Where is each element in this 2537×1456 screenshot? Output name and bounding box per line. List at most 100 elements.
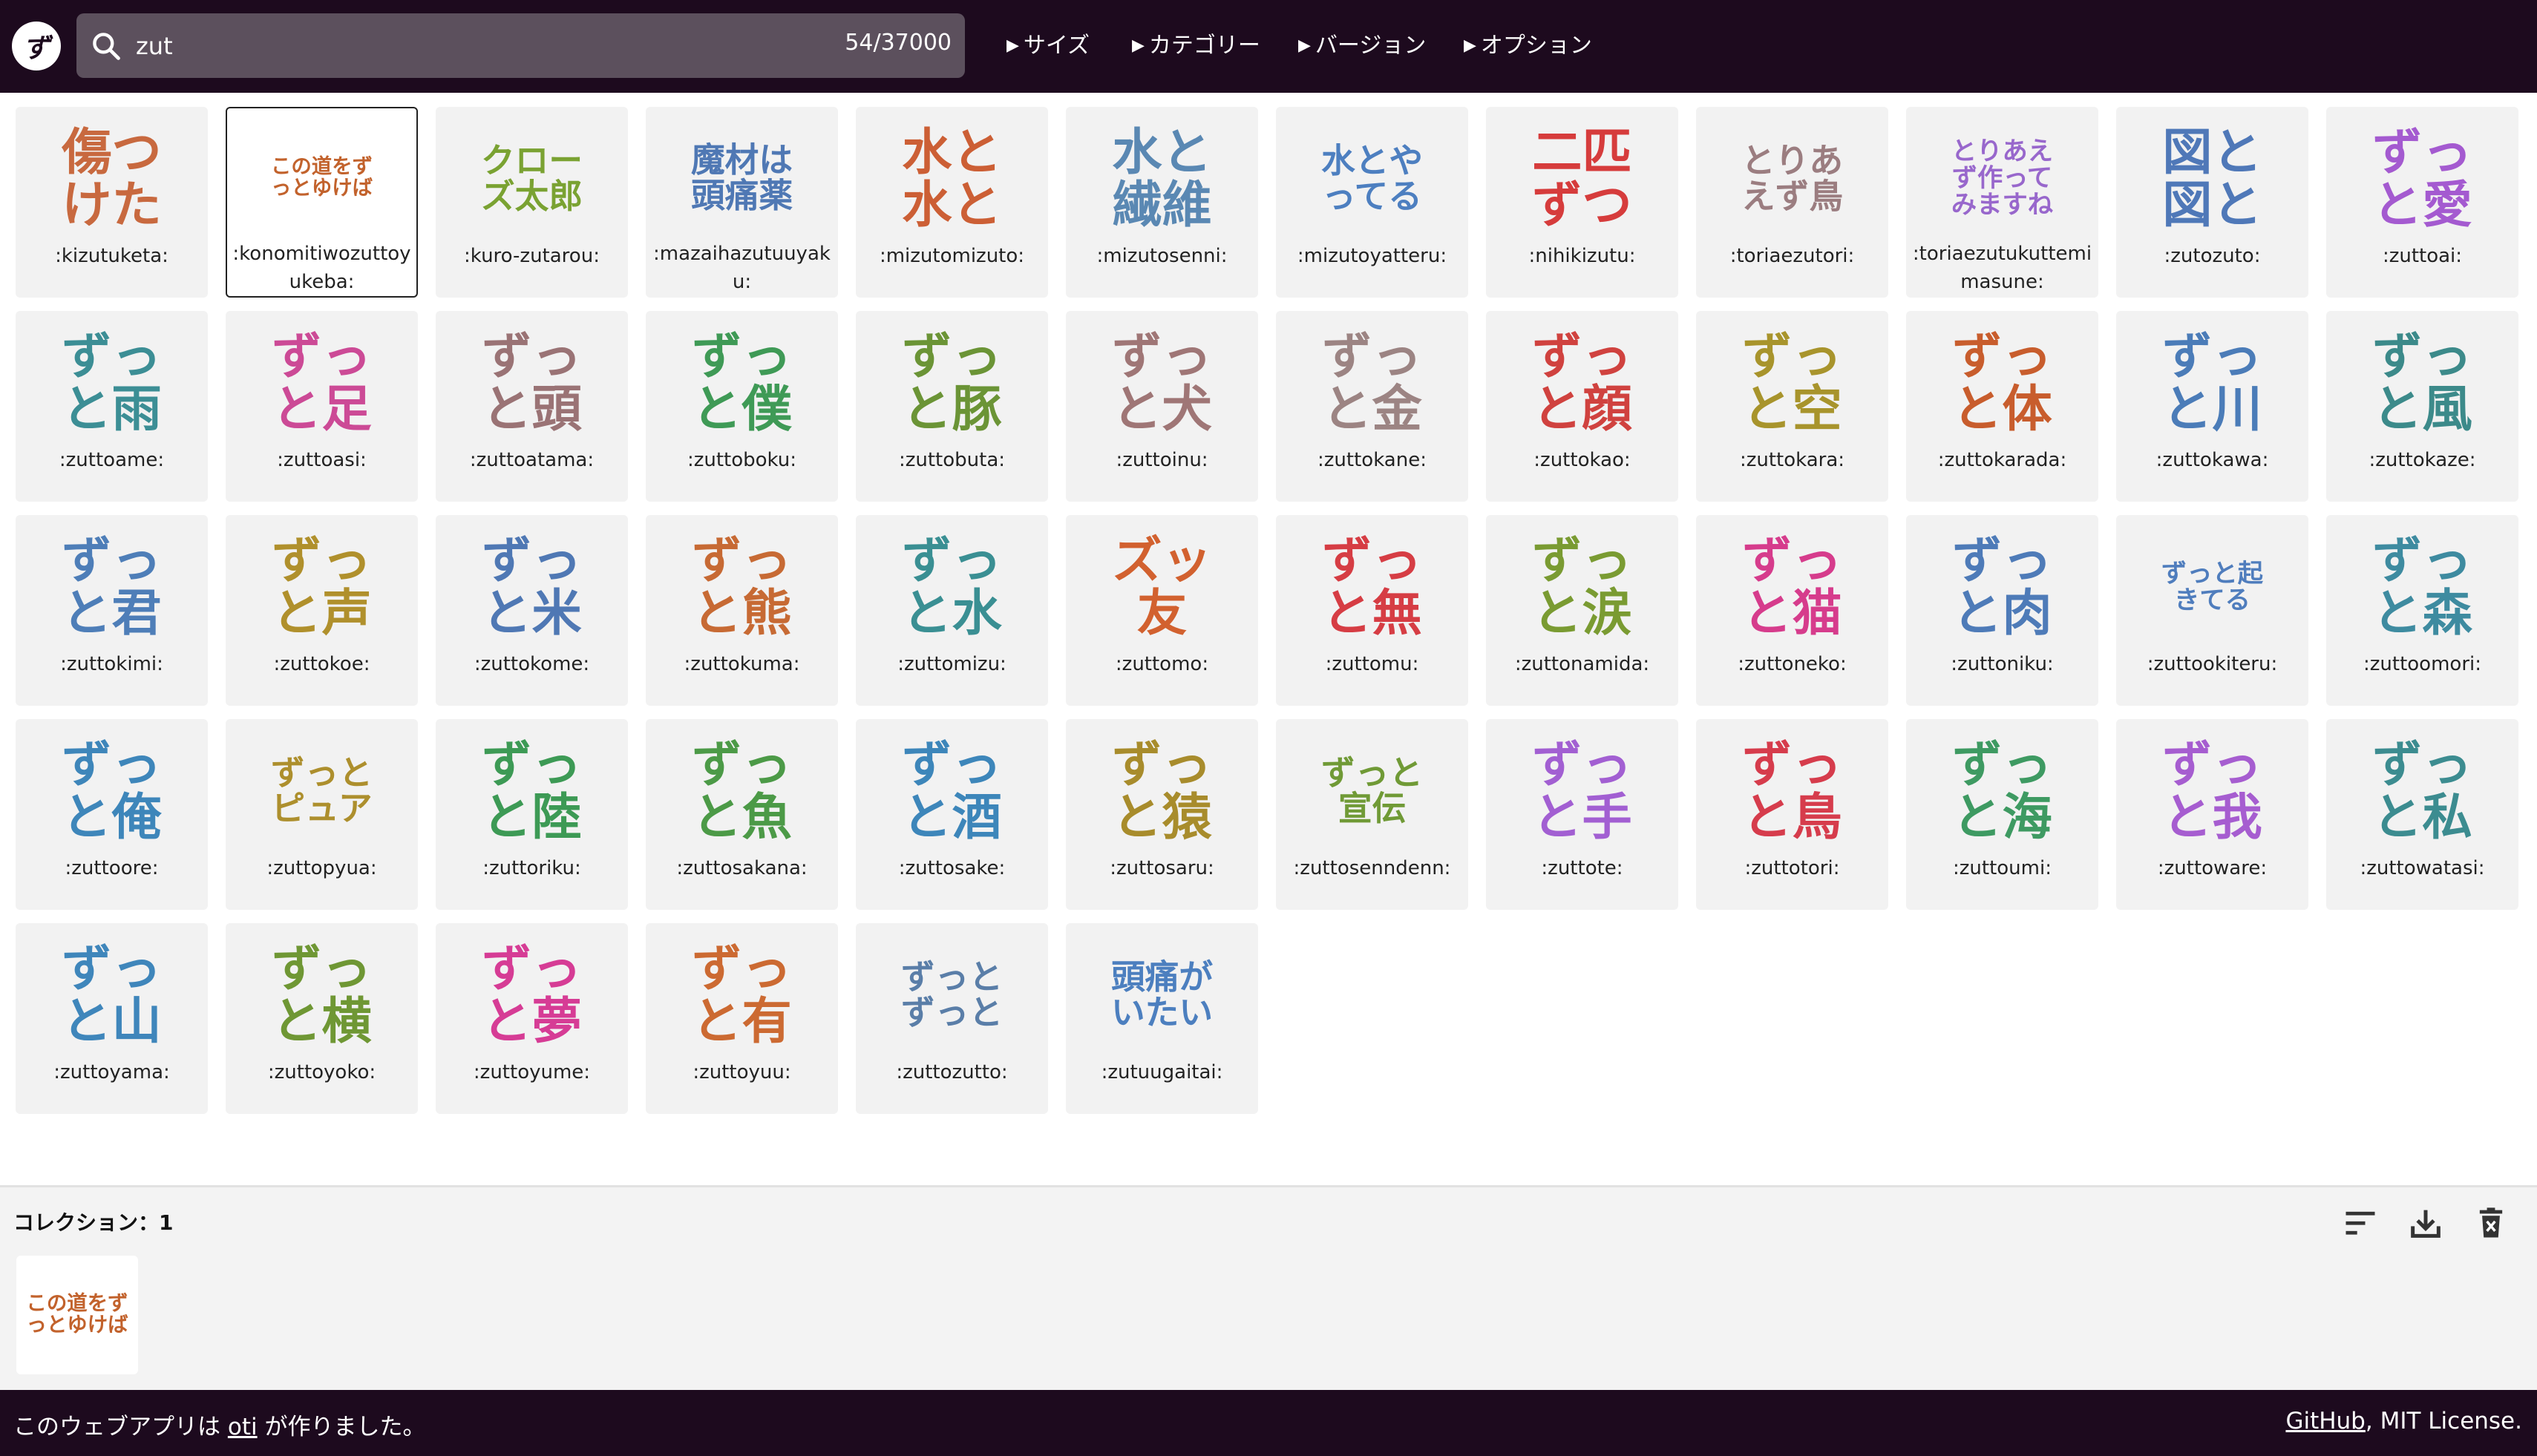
menu-size[interactable]: ▶ サイズ bbox=[1006, 27, 1090, 59]
emoji-tile[interactable]: ずっ と米:zuttokome: bbox=[436, 515, 628, 706]
collection-title: コレクション：1 bbox=[13, 1210, 174, 1235]
emoji-image: ずっ と足 bbox=[266, 327, 378, 439]
emoji-tile[interactable]: 二匹 ずつ:nihikizutu: bbox=[1486, 107, 1678, 298]
menu-category-label: カテゴリー bbox=[1148, 33, 1260, 59]
emoji-tile[interactable]: ずっ と俺:zuttoore: bbox=[16, 719, 208, 910]
footer-text-end: が作りました。 bbox=[257, 1414, 426, 1440]
menu-options[interactable]: ▶ オプション bbox=[1464, 27, 1592, 59]
emoji-tile[interactable]: 水と 繊維:mizutosenni: bbox=[1066, 107, 1258, 298]
emoji-tile[interactable]: ずっ と頭:zuttoatama: bbox=[436, 311, 628, 502]
search-box[interactable]: 54/37000 bbox=[76, 13, 965, 78]
emoji-tile[interactable]: とりあ えず鳥:toriaezutori: bbox=[1696, 107, 1888, 298]
emoji-tile[interactable]: 傷つ けた:kizutuketa: bbox=[16, 107, 208, 298]
emoji-tile[interactable]: ずっと ずっと:zuttozutto: bbox=[856, 923, 1048, 1114]
emoji-tile[interactable]: 頭痛が いたい:zutuugaitai: bbox=[1066, 923, 1258, 1114]
menu-size-label: サイズ bbox=[1023, 33, 1090, 59]
emoji-image: ずっ と酒 bbox=[897, 735, 1008, 847]
emoji-tile[interactable]: とりあえ ず作って みますね:toriaezutukuttemimasune: bbox=[1906, 107, 2098, 298]
emoji-text-line: えず鳥 bbox=[1741, 177, 1844, 216]
emoji-tile[interactable]: ずっ と顔:zuttokao: bbox=[1486, 311, 1678, 502]
emoji-tile[interactable]: ズッ友:zuttomo: bbox=[1066, 515, 1258, 706]
delete-icon[interactable] bbox=[2472, 1204, 2510, 1242]
emoji-tile[interactable]: ずっ と水:zuttomizu: bbox=[856, 515, 1048, 706]
emoji-text-line: ずっ bbox=[1532, 735, 1632, 794]
emoji-tile[interactable]: ずっ と夢:zuttoyume: bbox=[436, 923, 628, 1114]
emoji-tile[interactable]: ずっ と横 :zuttoyoko: bbox=[226, 923, 418, 1114]
emoji-image: ずっ と横 bbox=[266, 939, 378, 1051]
emoji-tile[interactable]: ずっ と手:zuttote: bbox=[1486, 719, 1678, 910]
emoji-image: 水とや ってる bbox=[1317, 123, 1428, 235]
emoji-tile[interactable]: ずっ と犬:zuttoinu: bbox=[1066, 311, 1258, 502]
emoji-text-line: と海 bbox=[1952, 788, 2052, 846]
emoji-tile[interactable]: ずっ と猫:zuttoneko: bbox=[1696, 515, 1888, 706]
github-link[interactable]: GitHub bbox=[2285, 1408, 2365, 1434]
emoji-text-line: ずっ bbox=[1742, 735, 1842, 794]
emoji-tile[interactable]: ずっ と有:zuttoyuu: bbox=[646, 923, 838, 1114]
emoji-tile[interactable]: ずっ と君:zuttokimi: bbox=[16, 515, 208, 706]
emoji-text-line: と横 bbox=[272, 992, 372, 1050]
emoji-text-line: 頭痛が bbox=[1110, 957, 1214, 997]
emoji-tile[interactable]: 魔材は 頭痛薬:mazaihazutuuyaku: bbox=[646, 107, 838, 298]
menu-category[interactable]: ▶ カテゴリー bbox=[1132, 27, 1260, 59]
emoji-name: :zuttoyoko: bbox=[267, 1061, 376, 1083]
emoji-text-line: ピュア bbox=[271, 789, 373, 828]
emoji-tile[interactable]: ずっ と雨:zuttoame: bbox=[16, 311, 208, 502]
emoji-tile[interactable]: ずっ と酒 :zuttosake: bbox=[856, 719, 1048, 910]
emoji-name: :toriaezutori: bbox=[1729, 245, 1855, 267]
emoji-tile[interactable]: ずっ と海:zuttoumi: bbox=[1906, 719, 2098, 910]
emoji-text-line: と米 bbox=[482, 584, 582, 642]
emoji-tile[interactable]: ずっと ピュア:zuttopyua: bbox=[226, 719, 418, 910]
emoji-tile[interactable]: 水とや ってる:mizutoyatteru: bbox=[1276, 107, 1468, 298]
emoji-tile[interactable]: ずっ と体:zuttokarada: bbox=[1906, 311, 2098, 502]
emoji-tile[interactable]: ずっ と豚:zuttobuta: bbox=[856, 311, 1048, 502]
emoji-tile[interactable]: ずっ と森:zuttoomori: bbox=[2326, 515, 2518, 706]
emoji-tile[interactable]: ずっと起 きてる:zuttookiteru: bbox=[2116, 515, 2308, 706]
emoji-tile[interactable]: 水と 水と:mizutomizuto: bbox=[856, 107, 1048, 298]
emoji-image: ずっ と私 bbox=[2367, 735, 2478, 847]
emoji-name: :zuttoame: bbox=[59, 449, 165, 471]
emoji-tile[interactable]: ずっ と山:zuttoyama: bbox=[16, 923, 208, 1114]
emoji-tile[interactable]: ずっ と猿:zuttosaru: bbox=[1066, 719, 1258, 910]
emoji-tile[interactable]: ずっ と金:zuttokane: bbox=[1276, 311, 1468, 502]
emoji-tile[interactable]: この道をず っとゆけば:konomitiwozuttoyukeba: bbox=[226, 107, 418, 298]
emoji-tile[interactable]: ずっ と川:zuttokawa: bbox=[2116, 311, 2308, 502]
emoji-tile[interactable]: ずっ と愛:zuttoai: bbox=[2326, 107, 2518, 298]
collection-item[interactable]: この道をず っとゆけば bbox=[16, 1256, 138, 1374]
sort-icon[interactable] bbox=[2341, 1204, 2380, 1242]
download-icon[interactable] bbox=[2406, 1204, 2445, 1242]
emoji-tile[interactable]: クロー ズ太郎:kuro-zutarou: bbox=[436, 107, 628, 298]
search-input[interactable] bbox=[134, 24, 805, 68]
app-logo-icon[interactable]: ず bbox=[12, 22, 61, 70]
emoji-text-line: と有 bbox=[692, 992, 792, 1050]
emoji-tile[interactable]: ずっ と肉:zuttoniku: bbox=[1906, 515, 2098, 706]
emoji-tile[interactable]: ずっ と空:zuttokara: bbox=[1696, 311, 1888, 502]
emoji-name: :zuttozutto: bbox=[896, 1061, 1008, 1083]
emoji-tile[interactable]: ずっ と魚:zuttosakana: bbox=[646, 719, 838, 910]
emoji-tile[interactable]: ずっ と僕:zuttoboku: bbox=[646, 311, 838, 502]
menu-version[interactable]: ▶ バージョン bbox=[1298, 27, 1426, 59]
emoji-tile[interactable]: ずっ と声:zuttokoe: bbox=[226, 515, 418, 706]
emoji-tile[interactable]: ずっ と鳥:zuttotori: bbox=[1696, 719, 1888, 910]
menu-options-label: オプション bbox=[1480, 33, 1592, 59]
emoji-tile[interactable]: ずっ と無:zuttomu: bbox=[1276, 515, 1468, 706]
emoji-tile[interactable]: ずっ と風:zuttokaze: bbox=[2326, 311, 2518, 502]
emoji-tile[interactable]: ずっと 宣伝:zuttosenndenn: bbox=[1276, 719, 1468, 910]
emoji-tile[interactable]: ずっ と私:zuttowatasi: bbox=[2326, 719, 2518, 910]
emoji-name: :zuttosake: bbox=[898, 857, 1006, 879]
emoji-text-line: ってる bbox=[1322, 177, 1422, 216]
emoji-tile[interactable]: ずっ と熊:zuttokuma: bbox=[646, 515, 838, 706]
emoji-name: :zuttote: bbox=[1541, 857, 1623, 879]
emoji-text-line: ずっ bbox=[2162, 327, 2262, 386]
emoji-text-line: ずっと起 bbox=[2161, 559, 2264, 588]
emoji-tile[interactable]: ずっ と陸:zuttoriku: bbox=[436, 719, 628, 910]
emoji-name: :zuttoneko: bbox=[1738, 653, 1847, 675]
emoji-text-line: ずっ bbox=[1532, 327, 1632, 386]
emoji-tile[interactable]: ずっ と涙:zuttonamida: bbox=[1486, 515, 1678, 706]
emoji-text-line: ずっ bbox=[692, 939, 792, 998]
emoji-tile[interactable]: 図と 図と:zutozuto: bbox=[2116, 107, 2308, 298]
emoji-image: この道をず っとゆけば bbox=[266, 123, 378, 232]
emoji-tile[interactable]: ずっ と我:zuttoware: bbox=[2116, 719, 2308, 910]
emoji-grid: 傷つ けた:kizutuketa: この道をず っとゆけば:konomitiwozut… bbox=[16, 107, 2524, 1114]
author-link[interactable]: oti bbox=[228, 1414, 258, 1440]
emoji-tile[interactable]: ずっ と足:zuttoasi: bbox=[226, 311, 418, 502]
